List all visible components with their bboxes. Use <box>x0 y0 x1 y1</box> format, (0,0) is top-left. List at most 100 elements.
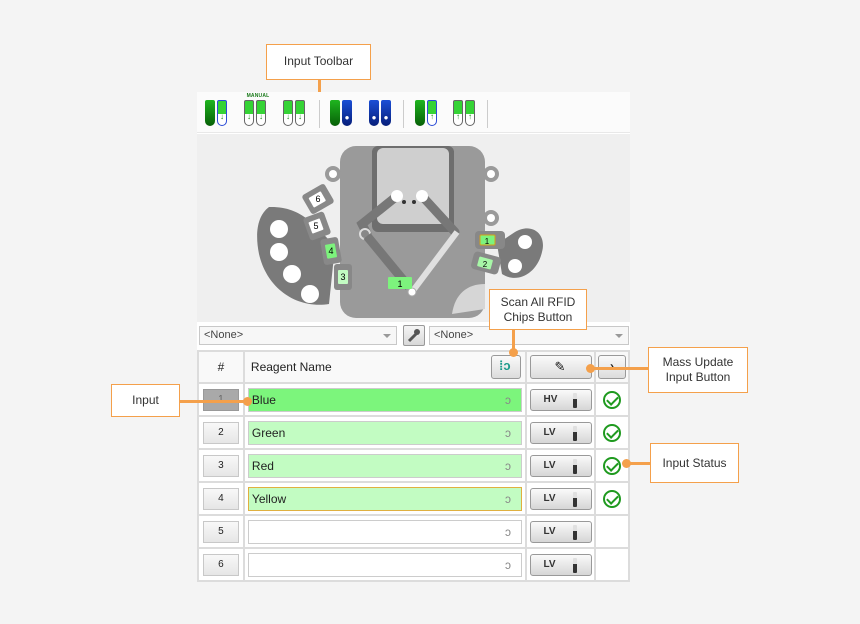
voltage-button[interactable]: HV <box>529 388 592 411</box>
callout-dot <box>243 397 252 406</box>
reagent-grid: # Reagent Name ⁞ↄ ✎ › 1 Blue ↄ HV 2 Gree… <box>197 350 630 582</box>
manual-label: MANUAL <box>246 93 270 99</box>
load-double-button[interactable]: ↓ ↓ <box>283 96 309 128</box>
reagent-name-input[interactable]: Red ↄ <box>247 453 523 478</box>
plug-icon <box>572 557 577 573</box>
status-ok-icon <box>603 423 621 442</box>
reagent-name-input[interactable]: ↄ <box>247 519 523 544</box>
plug-icon <box>572 458 577 474</box>
load-single-button[interactable]: ↓ <box>205 96 231 128</box>
input-toolbar: ↓ MANUAL ↓ ↓ ↓ ↓ ● ● ● ↑ ↑ ↑ <box>197 92 630 133</box>
rfid-icon: ↄ <box>505 392 512 407</box>
vial-icon <box>205 100 215 126</box>
table-row[interactable]: 3 Red ↄ LV <box>197 448 630 483</box>
callout-mass-update: Mass Update Input Button <box>648 347 748 393</box>
rfid-icon: ⁞ↄ <box>499 358 511 373</box>
rfid-icon: ↄ <box>505 458 512 473</box>
voltage-button[interactable]: LV <box>529 520 592 543</box>
toolbar-separator <box>487 100 488 128</box>
input-number[interactable]: 3 <box>202 454 239 477</box>
dropdown-value: <None> <box>204 329 244 341</box>
status-ok-icon <box>603 390 621 409</box>
position-label: 1 <box>397 279 402 289</box>
position-label: 5 <box>313 221 318 231</box>
callout-line <box>590 367 648 370</box>
callout-text: Mass Update <box>662 355 734 369</box>
carousel-slot <box>301 285 319 303</box>
status-ok-icon <box>603 489 621 508</box>
toolbar-separator <box>319 100 320 128</box>
left-dropdown[interactable]: <None> <box>199 326 397 345</box>
vial-drop-icon: ● <box>369 100 379 126</box>
reagent-name-input[interactable]: ↄ <box>247 552 523 577</box>
reagent-name: Blue <box>251 392 276 407</box>
callout-dot <box>586 364 595 373</box>
vial-load-icon: ↓ <box>256 100 266 126</box>
table-row[interactable]: 2 Green ↄ LV <box>197 415 630 450</box>
dropdown-value: <None> <box>434 329 474 341</box>
status-cell <box>594 514 630 549</box>
vial-load-icon: ↓ <box>217 100 227 126</box>
callout-line <box>180 400 246 403</box>
chevron-right-icon: › <box>610 359 614 373</box>
header-voltage: ✎ <box>525 350 596 384</box>
position-label: 1 <box>485 237 490 246</box>
voltage-button[interactable]: LV <box>529 421 592 444</box>
voltage-label: LV <box>543 426 556 438</box>
prime-single-button[interactable]: ● <box>330 96 356 128</box>
voltage-button[interactable]: LV <box>529 553 592 576</box>
reagent-name: Red <box>251 458 274 473</box>
input-number[interactable]: 4 <box>202 487 239 510</box>
reagent-name-input[interactable]: Green ↄ <box>247 420 523 445</box>
wrench-button[interactable] <box>403 325 425 346</box>
plug-icon <box>572 524 577 540</box>
wrench-icon <box>407 329 420 343</box>
chevron-down-icon <box>615 334 623 338</box>
status-cell <box>594 547 630 582</box>
vial-drop-icon: ● <box>381 100 391 126</box>
table-row[interactable]: 6 ↄ LV <box>197 547 630 582</box>
load-manual-button[interactable]: MANUAL ↓ ↓ <box>243 93 271 128</box>
plug-icon <box>572 425 577 441</box>
mass-update-input-button[interactable]: ✎ <box>529 355 592 379</box>
chevron-down-icon <box>383 334 391 338</box>
voltage-label: LV <box>543 492 556 504</box>
unload-single-button[interactable]: ↑ <box>415 96 441 128</box>
input-number[interactable]: 2 <box>202 421 239 444</box>
reagent-panel: ↓ MANUAL ↓ ↓ ↓ ↓ ● ● ● ↑ ↑ ↑ 6 5 4 3 1 1… <box>197 92 630 582</box>
callout-input-status: Input Status <box>650 443 739 483</box>
callout-input: Input <box>111 384 180 417</box>
plug-icon <box>572 392 577 408</box>
position-label: 6 <box>315 194 320 204</box>
rfid-icon: ↄ <box>505 491 512 506</box>
grid-header-row: # Reagent Name ⁞ↄ ✎ › <box>197 350 630 384</box>
vial-load-icon: ↓ <box>244 100 254 126</box>
carousel-slot <box>283 265 301 283</box>
rfid-icon: ↄ <box>505 557 512 572</box>
voltage-button[interactable]: LV <box>529 454 592 477</box>
header-reagent-name: Reagent Name ⁞ↄ <box>242 350 528 384</box>
input-number[interactable]: 5 <box>202 520 239 543</box>
unload-double-button[interactable]: ↑ ↑ <box>453 96 479 128</box>
table-row[interactable]: 5 ↄ LV <box>197 514 630 549</box>
reagent-name-input[interactable]: Blue ↄ <box>247 387 523 412</box>
prime-double-button[interactable]: ● ● <box>369 96 395 128</box>
reagent-name: Yellow <box>251 491 287 506</box>
vial-unload-icon: ↑ <box>453 100 463 126</box>
voltage-label: HV <box>543 393 558 405</box>
table-row[interactable]: 4 Yellow ↄ LV <box>197 481 630 516</box>
callout-text: Scan All RFID <box>500 295 576 309</box>
table-row[interactable]: 1 Blue ↄ HV <box>197 382 630 417</box>
header-number: # <box>197 350 245 384</box>
input-number[interactable]: 6 <box>202 553 239 576</box>
voltage-button[interactable]: LV <box>529 487 592 510</box>
reagent-name-input[interactable]: Yellow ↄ <box>247 486 523 511</box>
scan-all-rfid-button[interactable]: ⁞ↄ <box>491 355 522 379</box>
pencil-icon: ✎ <box>554 359 566 374</box>
plug-icon <box>572 491 577 507</box>
callout-input-toolbar: Input Toolbar <box>266 44 371 80</box>
carousel-slot <box>270 243 288 261</box>
vial-drop-icon: ● <box>342 100 352 126</box>
callout-text: Chips Button <box>503 310 573 324</box>
callout-dot <box>622 459 631 468</box>
